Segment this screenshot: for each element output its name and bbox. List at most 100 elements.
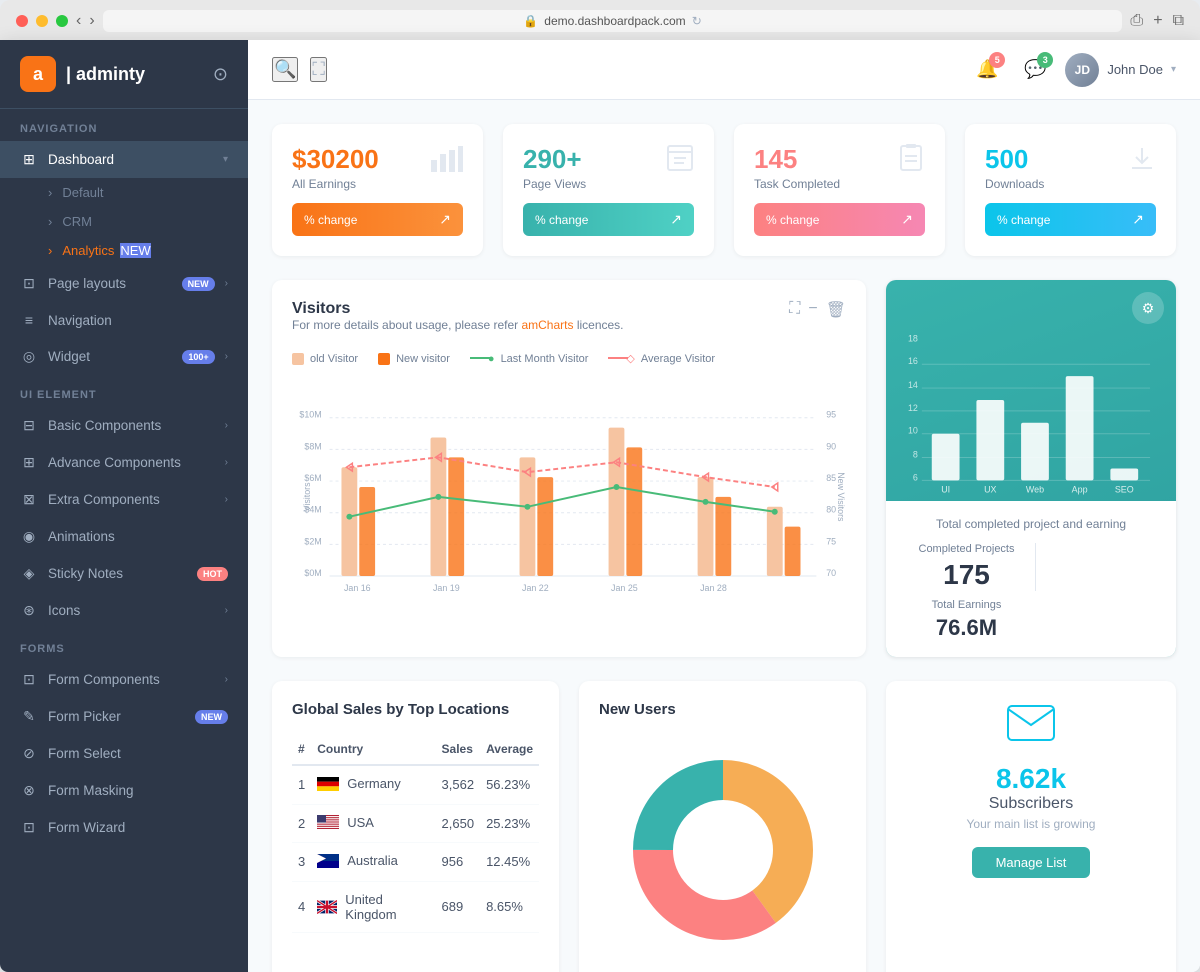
form-wizard-icon: ⊡ (20, 819, 38, 836)
logo-icon: a (20, 56, 56, 92)
reload-icon[interactable]: ↻ (692, 14, 702, 28)
chart-actions[interactable]: ⛶ − 🗑 (789, 300, 846, 320)
bottom-row: Global Sales by Top Locations # Country … (272, 681, 1176, 972)
stat-card-downloads: 500 Downloads % change (965, 124, 1176, 256)
stat-card-earnings: $30200 All Earnings (272, 124, 483, 256)
sidebar-item-extra-components[interactable]: ⊠ Extra Components › (0, 481, 248, 518)
sidebar-item-widget[interactable]: ◎ Widget 100+ › (0, 338, 248, 375)
sidebar-item-label: Navigation (48, 313, 228, 328)
trash-icon[interactable]: 🗑 (826, 300, 846, 320)
sidebar-item-page-layouts[interactable]: ⊡ Page layouts NEW › (0, 265, 248, 302)
table-row: 3 (292, 843, 539, 882)
sidebar-item-form-picker[interactable]: ✎ Form Picker NEW (0, 698, 248, 735)
sidebar-item-dashboard[interactable]: ⊞ Dashboard ▾ (0, 141, 248, 178)
chevron-right-icon: › (225, 494, 228, 505)
sticky-notes-icon: ◈ (20, 565, 38, 582)
sidebar-item-form-wizard[interactable]: ⊡ Form Wizard (0, 809, 248, 846)
widget-badge: 100+ (182, 350, 214, 364)
email-svg (1007, 705, 1055, 741)
pageviews-label: Page Views (523, 177, 586, 191)
search-button[interactable]: 🔍 (272, 57, 298, 82)
user-avatar: JD (1065, 53, 1099, 87)
minimize-icon[interactable]: − (808, 300, 817, 320)
back-button[interactable]: ‹ (76, 12, 81, 30)
tasks-label: Task Completed (754, 177, 840, 191)
svg-text:UX: UX (984, 484, 996, 494)
sidebar-subitem-crm[interactable]: CRM (0, 207, 248, 236)
maximize-dot[interactable] (56, 15, 68, 27)
downloads-change[interactable]: % change ↗ (985, 203, 1156, 236)
legend-new-visitor: New visitor (378, 352, 450, 365)
tasks-value: 145 (754, 144, 840, 175)
messages-button[interactable]: 💬 3 (1017, 52, 1053, 88)
chevron-right-icon: › (225, 420, 228, 431)
share-icon[interactable]: ⎙ (1130, 12, 1143, 30)
visitors-chart-svg: $0M $2M $4M $6M $8M $10M (292, 377, 846, 597)
sidebar-item-label: Form Masking (48, 783, 228, 798)
svg-text:80: 80 (826, 505, 836, 515)
chevron-right-icon: › (225, 605, 228, 616)
browser-titlebar: ‹ › 🔒 demo.dashboardpack.com ↻ ⎙ + ⧉ (16, 10, 1184, 32)
project-stats: Completed Projects 175 Total Earnings 76… (906, 543, 1156, 641)
form-picker-icon: ✎ (20, 708, 38, 725)
sidebar-item-icons[interactable]: ⊛ Icons › (0, 592, 248, 629)
subscribers-card: 8.62k Subscribers Your main list is grow… (886, 681, 1176, 972)
sidebar-item-label: Form Components (48, 672, 215, 687)
sidebar-item-form-components[interactable]: ⊡ Form Components › (0, 661, 248, 698)
manage-list-button[interactable]: Manage List (972, 847, 1091, 878)
donut-chart-svg (623, 750, 823, 950)
stat-divider (1035, 543, 1036, 591)
svg-text:$10M: $10M (299, 410, 321, 420)
minimize-dot[interactable] (36, 15, 48, 27)
navigation-icon: ≡ (20, 312, 38, 328)
expand-button[interactable]: ⛶ (310, 57, 327, 82)
sidebar-subitem-default[interactable]: Default (0, 178, 248, 207)
total-earnings: Total Earnings 76.6M (906, 599, 1027, 641)
tabs-icon[interactable]: ⧉ (1173, 12, 1184, 30)
earnings-value: 76.6M (906, 615, 1027, 641)
forward-button[interactable]: › (89, 12, 94, 30)
earnings-label: Total Earnings (906, 599, 1027, 611)
new-tab-icon[interactable]: + (1153, 12, 1162, 30)
svg-text:85: 85 (826, 473, 836, 483)
sidebar-item-basic-components[interactable]: ⊟ Basic Components › (0, 407, 248, 444)
ui-section-title: UI Element (0, 375, 248, 407)
address-bar[interactable]: 🔒 demo.dashboardpack.com ↻ (103, 10, 1123, 32)
expand-icon[interactable]: ⛶ (789, 300, 800, 320)
tasks-change[interactable]: % change ↗ (754, 203, 925, 236)
sidebar-subitem-analytics[interactable]: Analytics NEW (0, 236, 248, 265)
extra-icon: ⊠ (20, 491, 38, 508)
sidebar-item-advance-components[interactable]: ⊞ Advance Components › (0, 444, 248, 481)
sidebar-item-form-masking[interactable]: ⊗ Form Masking (0, 772, 248, 809)
logo-letter: a (33, 64, 43, 85)
sidebar-item-animations[interactable]: ◉ Animations (0, 518, 248, 555)
sidebar-item-label: Sticky Notes (48, 566, 187, 581)
chart-subtitle: For more details about usage, please ref… (292, 318, 624, 332)
sidebar-item-form-select[interactable]: ⊘ Form Select (0, 735, 248, 772)
table-row: 2 (292, 804, 539, 843)
svg-text:8: 8 (913, 450, 918, 460)
flag-au (317, 854, 339, 868)
notifications-badge: 5 (989, 52, 1005, 68)
svg-text:14: 14 (908, 380, 918, 390)
user-menu[interactable]: JD John Doe ▾ (1065, 53, 1176, 87)
close-dot[interactable] (16, 15, 28, 27)
sidebar-item-label: Extra Components (48, 492, 215, 507)
svg-text:Jan 28: Jan 28 (700, 583, 727, 593)
notifications-button[interactable]: 🔔 5 (969, 52, 1005, 88)
legend-dot (378, 353, 390, 365)
svg-text:Jan 16: Jan 16 (344, 583, 371, 593)
email-icon (1007, 705, 1055, 751)
sidebar-item-label: Widget (48, 349, 172, 364)
sidebar-item-sticky-notes[interactable]: ◈ Sticky Notes HOT (0, 555, 248, 592)
sidebar-toggle[interactable]: ⊙ (213, 64, 228, 85)
earnings-change[interactable]: % change ↗ (292, 203, 463, 236)
col-avg: Average (480, 734, 539, 765)
pageviews-change[interactable]: % change ↗ (523, 203, 694, 236)
sidebar-item-label: Advance Components (48, 455, 215, 470)
sidebar-item-navigation[interactable]: ≡ Navigation (0, 302, 248, 338)
global-sales-card: Global Sales by Top Locations # Country … (272, 681, 559, 972)
svg-text:6: 6 (913, 472, 918, 482)
gear-button[interactable]: ⚙ (1132, 292, 1164, 324)
chevron-down-icon: ▾ (223, 154, 228, 165)
